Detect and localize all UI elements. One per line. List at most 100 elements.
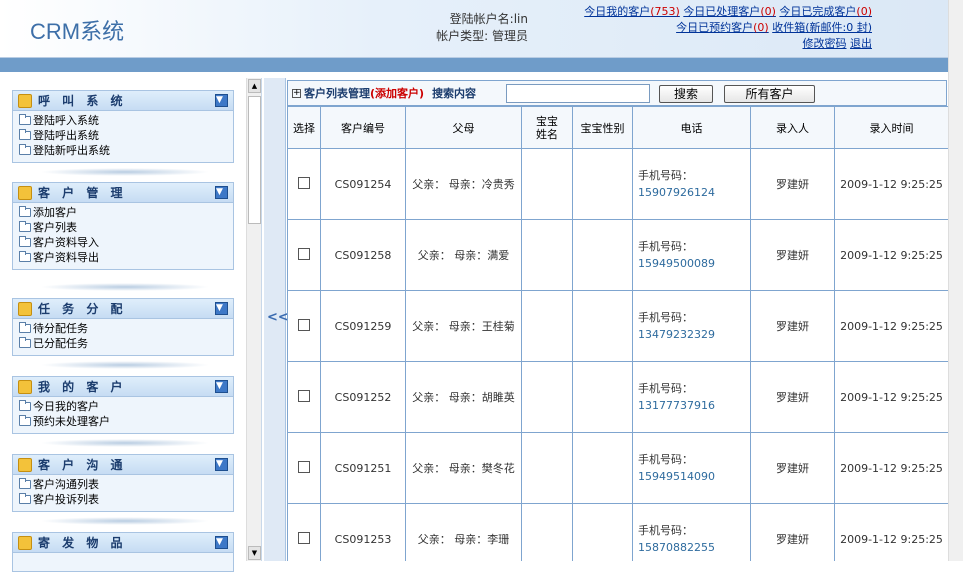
row-checkbox[interactable] — [298, 247, 310, 260]
table-row: CS091253 父亲： 母亲：李珊 手机号码： 15870882255 罗建妍 2009… — [287, 503, 948, 561]
menu-item[interactable]: 待分配任务 — [19, 321, 233, 336]
sidebar-toggle[interactable]: << — [264, 78, 289, 561]
menu-customer-management: 客 户 管 理 ▼ 添加客户 客户列表 客户资料导入 客户资料导出 — [12, 182, 234, 270]
divider — [40, 283, 210, 291]
baby-name — [521, 503, 573, 561]
table-row: CS091258 父亲： 母亲：满爱 手机号码： 15949500089 罗建妍 2009… — [287, 219, 948, 291]
search-input[interactable] — [506, 84, 650, 103]
menu-item[interactable]: 客户沟通列表 — [19, 477, 233, 492]
phone: 手机号码： 13177737916 — [632, 361, 751, 433]
menu-icon — [18, 185, 32, 200]
expand-icon[interactable]: + — [292, 88, 301, 98]
menu-icon — [18, 535, 32, 550]
row-checkbox[interactable] — [298, 176, 310, 189]
table-row: CS091251 父亲： 母亲：樊冬花 手机号码： 15949514090 罗建妍 200… — [287, 432, 948, 504]
page-scrollbar[interactable] — [948, 0, 963, 561]
phone: 手机号码： 13479232329 — [632, 290, 751, 362]
collapse-sidebar-icon[interactable]: << — [267, 310, 289, 325]
menu-item[interactable]: 预约未处理客户 — [19, 414, 233, 429]
page-title: 客户列表管理 — [304, 87, 370, 100]
collapse-icon[interactable]: ▼ — [215, 380, 228, 393]
baby-name — [521, 432, 573, 504]
divider — [40, 517, 210, 525]
login-name: 登陆帐户名:lin — [449, 12, 528, 26]
scroll-up-icon[interactable]: ▲ — [248, 79, 261, 93]
folder-icon — [19, 221, 31, 232]
menu-icon — [18, 301, 32, 316]
today-booked-link[interactable]: 今日已预约客户(0) — [676, 21, 769, 34]
menu-header[interactable]: 任 务 分 配 ▼ — [13, 299, 233, 319]
menu-task-assignment: 任 务 分 配 ▼ 待分配任务 已分配任务 — [12, 298, 234, 356]
folder-icon — [19, 478, 31, 489]
collapse-icon[interactable]: ▼ — [215, 536, 228, 549]
row-select-cell — [287, 361, 321, 433]
today-done-link[interactable]: 今日已完成客户(0) — [779, 5, 872, 18]
menu-icon — [18, 457, 32, 472]
change-password-link[interactable]: 修改密码 — [803, 37, 847, 50]
phone: 手机号码： 15949514090 — [632, 432, 751, 504]
entry-time: 2009-1-12 9:25:25 — [834, 503, 948, 561]
table-row: CS091259 父亲： 母亲：王桂菊 手机号码： 13479232329 罗建妍 200… — [287, 290, 948, 362]
scroll-down-icon[interactable]: ▼ — [248, 546, 261, 560]
entered-by: 罗建妍 — [750, 361, 835, 433]
menu-item[interactable]: 今日我的客户 — [19, 399, 233, 414]
divider — [40, 361, 210, 369]
table-row: CS091254 父亲： 母亲：冷贵秀 手机号码： 15907926124 罗建妍 200… — [287, 148, 948, 220]
menu-header[interactable]: 我 的 客 户 ▼ — [13, 377, 233, 397]
row-checkbox[interactable] — [298, 318, 310, 331]
app-logo: CRM系统 — [30, 19, 125, 44]
inbox-link[interactable]: 收件箱(新邮件:0 封) — [772, 21, 872, 34]
scroll-thumb[interactable] — [248, 96, 261, 224]
menu-header[interactable]: 客 户 管 理 ▼ — [13, 183, 233, 203]
sidebar-scrollbar[interactable]: ▲ ▼ — [246, 78, 261, 561]
today-my-customers-link[interactable]: 今日我的客户(753) — [584, 5, 680, 18]
phone: 手机号码： 15949500089 — [632, 219, 751, 291]
menu-header[interactable]: 客 户 沟 通 ▼ — [13, 455, 233, 475]
logout-link[interactable]: 退出 — [850, 37, 872, 50]
customer-id: CS091259 — [320, 290, 406, 362]
phone: 手机号码： 15870882255 — [632, 503, 751, 561]
column-header: 宝宝姓名 — [521, 106, 573, 149]
menu-call-system: 呼 叫 系 统 ▼ 登陆呼入系统 登陆呼出系统 登陆新呼出系统 — [12, 90, 234, 163]
folder-icon — [19, 251, 31, 262]
row-select-cell — [287, 503, 321, 561]
menu-item[interactable]: 登陆新呼出系统 — [19, 143, 233, 158]
menu-item[interactable]: 客户投诉列表 — [19, 492, 233, 507]
table-row: CS091252 父亲： 母亲：胡雎英 手机号码： 13177737916 罗建妍 200… — [287, 361, 948, 433]
row-checkbox[interactable] — [298, 389, 310, 402]
menu-item[interactable]: 登陆呼出系统 — [19, 128, 233, 143]
menu-item[interactable]: 登陆呼入系统 — [19, 113, 233, 128]
menu-item[interactable]: 添加客户 — [19, 205, 233, 220]
collapse-icon[interactable]: ▼ — [215, 302, 228, 315]
all-customers-button[interactable]: 所有客户 — [724, 85, 815, 103]
folder-icon — [19, 322, 31, 333]
header-bar — [0, 58, 948, 72]
quick-links: 今日我的客户(753) 今日已处理客户(0) 今日已完成客户(0) 今日已预约客… — [584, 4, 872, 52]
divider — [40, 439, 210, 447]
column-header: 选择 — [287, 106, 321, 149]
table-header: 选择 客户编号 父母 宝宝姓名 宝宝性别 电话 录入人 录入时间 — [287, 106, 948, 149]
menu-header[interactable]: 呼 叫 系 统 ▼ — [13, 91, 233, 111]
menu-item[interactable]: 已分配任务 — [19, 336, 233, 351]
row-checkbox[interactable] — [298, 531, 310, 544]
menu-item[interactable]: 客户资料导入 — [19, 235, 233, 250]
baby-sex — [572, 219, 633, 291]
collapse-icon[interactable]: ▼ — [215, 186, 228, 199]
add-customer-link[interactable]: (添加客户) — [370, 85, 424, 101]
row-select-cell — [287, 290, 321, 362]
entered-by: 罗建妍 — [750, 290, 835, 362]
collapse-icon[interactable]: ▼ — [215, 94, 228, 107]
account-type: 帐户类型: 管理员 — [436, 29, 528, 43]
today-handled-link[interactable]: 今日已处理客户(0) — [683, 5, 776, 18]
folder-icon — [19, 337, 31, 348]
phone-label: 手机号码： — [638, 169, 693, 182]
menu-item[interactable]: 客户列表 — [19, 220, 233, 235]
main-content: + 客户列表管理 (添加客户) 搜索内容 搜索 所有客户 选择 客户编号 父母 … — [287, 78, 948, 561]
parents: 父亲： 母亲：冷贵秀 — [405, 148, 522, 220]
collapse-icon[interactable]: ▼ — [215, 458, 228, 471]
row-checkbox[interactable] — [298, 460, 310, 473]
menu-item[interactable]: 客户资料导出 — [19, 250, 233, 265]
phone-label: 手机号码： — [638, 240, 693, 253]
search-button[interactable]: 搜索 — [659, 85, 713, 103]
menu-header[interactable]: 寄 发 物 品 ▼ — [13, 533, 233, 553]
